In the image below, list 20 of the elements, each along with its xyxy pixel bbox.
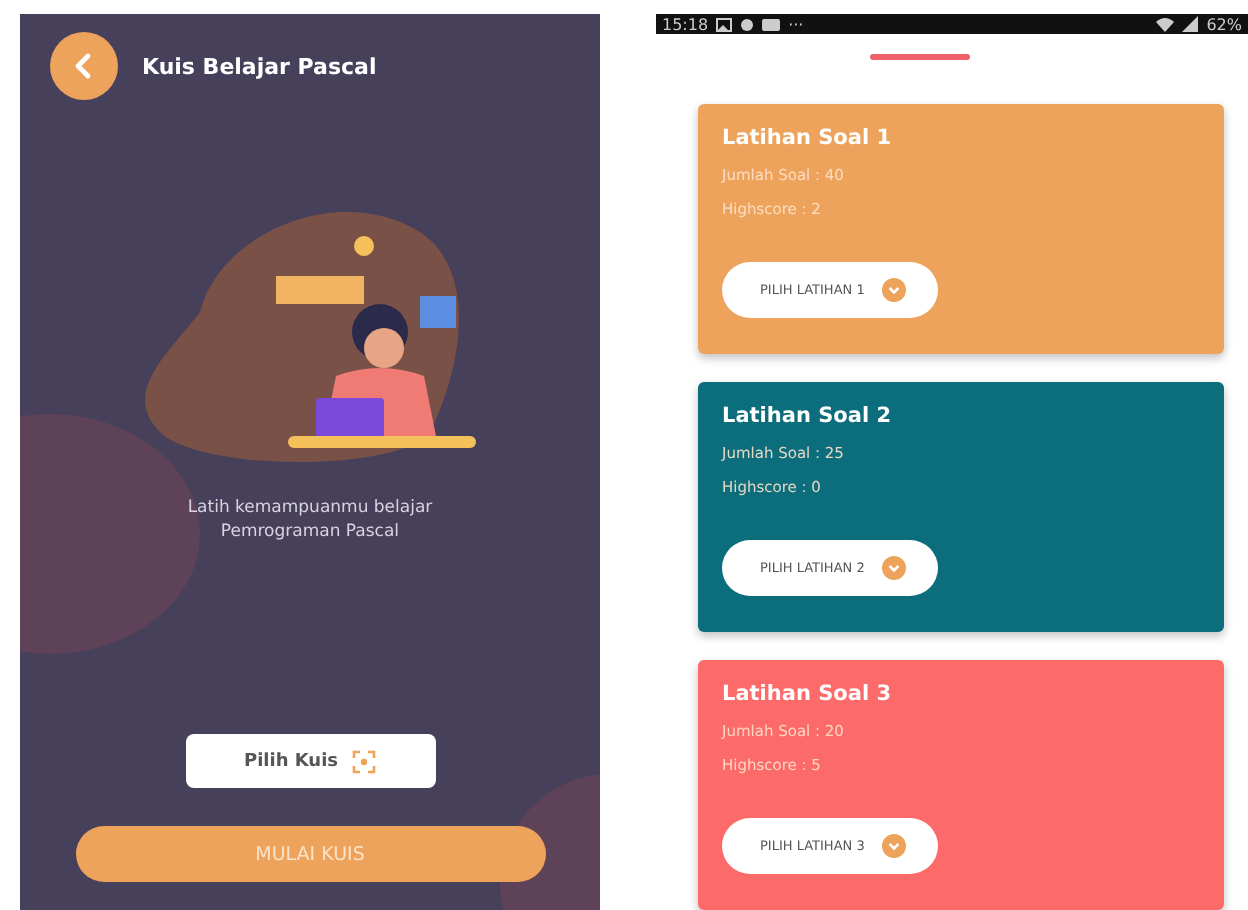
exercise-title: Latihan Soal 1 [722, 126, 892, 150]
chevron-down-icon [882, 556, 907, 580]
description-text: Latih kemampuanmu belajar Pemrograman Pascal [187, 496, 433, 546]
mail-icon [762, 17, 781, 32]
more-notifications: ··· [788, 15, 804, 34]
exercise-title: Latihan Soal 2 [722, 404, 892, 428]
exercise-title: Latihan Soal 3 [722, 682, 892, 706]
app-title: Kuis Belajar Pascal [142, 53, 377, 79]
signal-icon [1182, 16, 1199, 33]
focus-icon [352, 749, 377, 773]
image-icon [716, 17, 733, 32]
wifi-icon [1156, 16, 1175, 33]
back-button[interactable] [50, 32, 118, 100]
status-time: 15:18 [662, 15, 709, 34]
chevron-down-icon [882, 834, 907, 858]
battery-percent: 62% [1206, 15, 1242, 34]
pick-quiz-button[interactable]: Pilih Kuis [185, 734, 435, 788]
chevron-down-icon [882, 278, 907, 302]
notification-icon [740, 17, 755, 32]
drag-handle[interactable] [870, 54, 970, 60]
